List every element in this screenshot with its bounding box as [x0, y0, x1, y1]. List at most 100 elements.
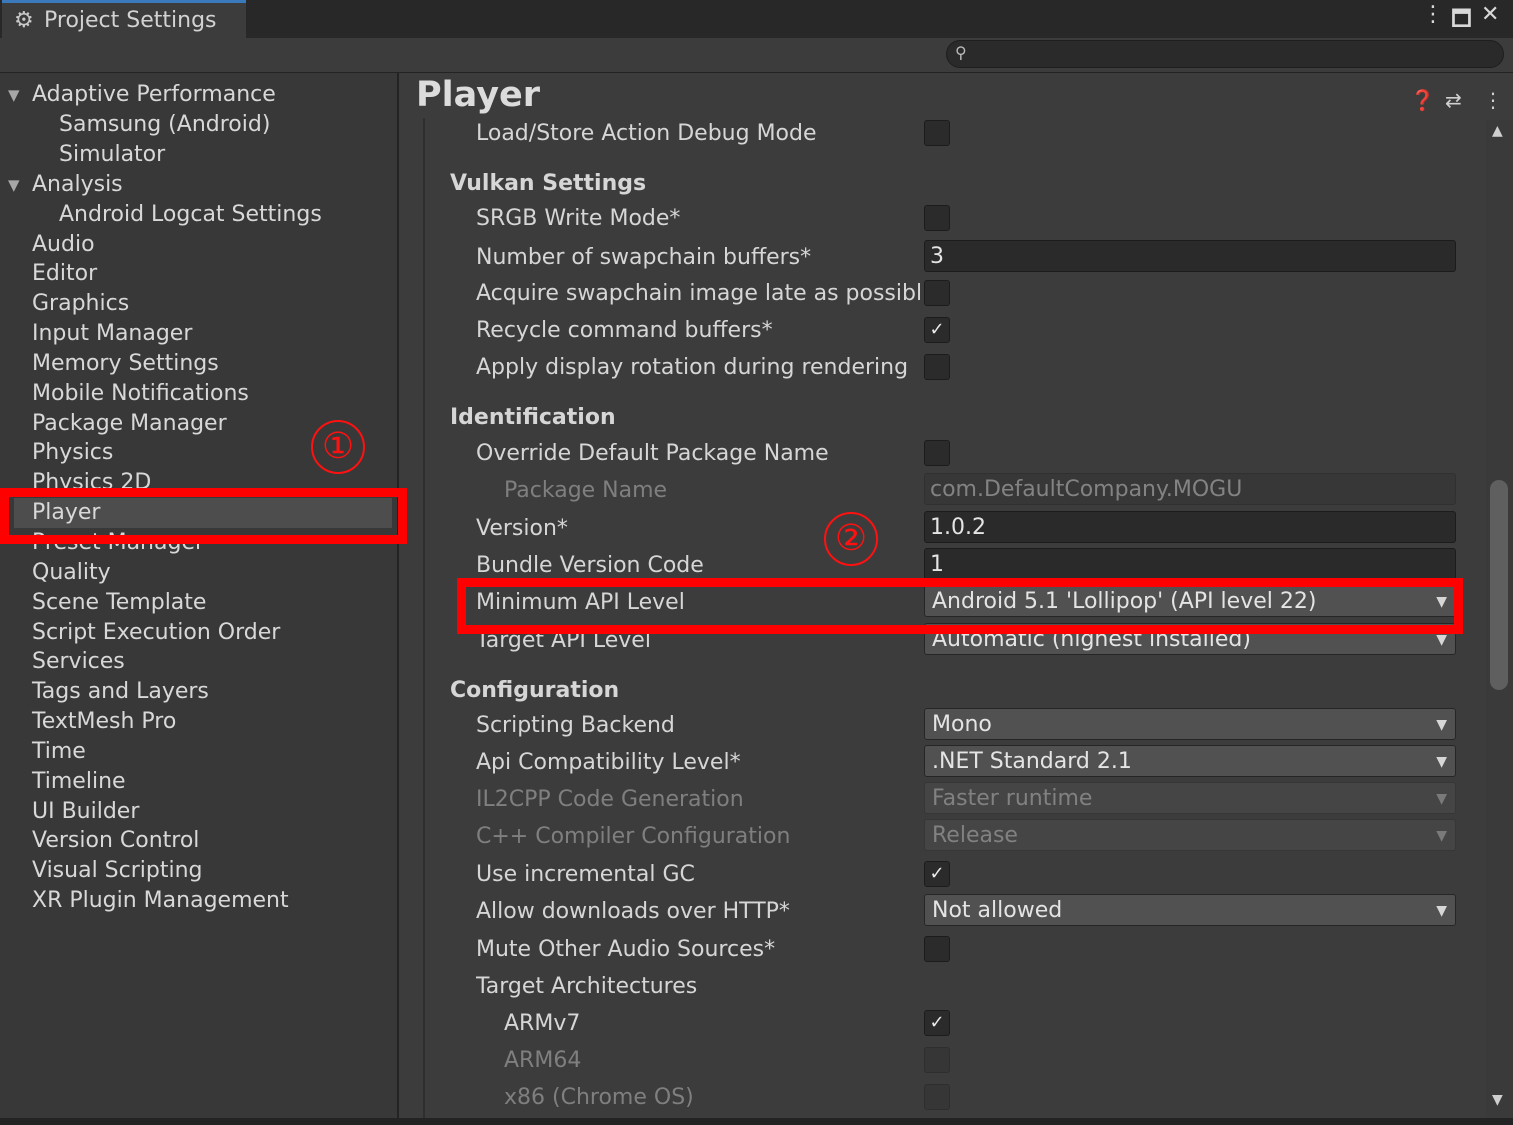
- more-menu-icon[interactable]: ⋮: [1422, 2, 1444, 27]
- sidebar-item-xr-plugin-management[interactable]: XR Plugin Management: [32, 886, 289, 916]
- setting-label: Apply display rotation during rendering: [476, 355, 909, 380]
- setting-label: ARM64: [504, 1048, 582, 1073]
- setting-label: Use incremental GC: [476, 862, 695, 887]
- setting-label: Version*: [476, 516, 568, 541]
- cpp-compiler-configuration-dropdown: Release ▼: [924, 819, 1456, 851]
- sidebar-item-simulator[interactable]: Simulator: [59, 140, 165, 170]
- setting-allow-downloads-over-http: Allow downloads over HTTP* Not allowed ▼: [425, 894, 1471, 930]
- dropdown-value: .NET Standard 2.1: [932, 749, 1132, 774]
- section-header-vulkan-settings: Vulkan Settings: [450, 171, 647, 196]
- swapchain-buffers-field[interactable]: 3: [924, 240, 1456, 272]
- sidebar-item-graphics[interactable]: Graphics: [32, 289, 129, 319]
- help-icon[interactable]: ❓: [1410, 88, 1435, 112]
- chevron-down-icon: ▼: [1436, 828, 1447, 844]
- sidebar-item-memory-settings[interactable]: Memory Settings: [32, 349, 219, 379]
- setting-mute-other-audio-sources: Mute Other Audio Sources*: [425, 932, 1471, 968]
- section-header-configuration: Configuration: [450, 678, 620, 703]
- setting-label: Api Compatibility Level*: [476, 750, 741, 775]
- sidebar-item-timeline[interactable]: Timeline: [32, 767, 126, 797]
- scroll-up-arrow-icon[interactable]: ▲: [1492, 123, 1503, 139]
- sidebar-item-tags-and-layers[interactable]: Tags and Layers: [32, 677, 209, 707]
- setting-override-default-package-name: Override Default Package Name: [425, 436, 1471, 472]
- sidebar-item-package-manager[interactable]: Package Manager: [32, 409, 227, 439]
- setting-x86-chrome-os: x86 (Chrome OS): [425, 1080, 1471, 1116]
- sidebar-item-android-logcat-settings[interactable]: Android Logcat Settings: [59, 200, 322, 230]
- package-name-field: com.DefaultCompany.MOGU: [924, 473, 1456, 505]
- setting-apply-display-rotation: Apply display rotation during rendering: [425, 350, 1471, 386]
- setting-label: Override Default Package Name: [476, 441, 829, 466]
- checkbox-checked[interactable]: ✓: [924, 317, 950, 343]
- window-bottom-border: [0, 1118, 1513, 1125]
- checkbox-checked[interactable]: ✓: [924, 861, 950, 887]
- sidebar-item-samsung-android[interactable]: Samsung (Android): [59, 110, 270, 140]
- allow-downloads-http-dropdown[interactable]: Not allowed ▼: [924, 894, 1456, 926]
- sidebar-item-ui-builder[interactable]: UI Builder: [32, 797, 139, 827]
- checkbox-checked[interactable]: ✓: [924, 1010, 950, 1036]
- sidebar-item-editor[interactable]: Editor: [32, 259, 97, 289]
- setting-label: Acquire swapchain image late as possible…: [476, 281, 920, 306]
- scrollbar-thumb[interactable]: [1490, 480, 1508, 690]
- close-icon[interactable]: ✕: [1481, 2, 1499, 27]
- setting-cpp-compiler-configuration: C++ Compiler Configuration Release ▼: [425, 819, 1471, 855]
- setting-target-architectures: Target Architectures: [425, 969, 1471, 1005]
- expand-arrow-icon[interactable]: ▼: [8, 80, 20, 110]
- setting-srgb-write-mode: SRGB Write Mode*: [425, 201, 1471, 237]
- sidebar-item-analysis[interactable]: ▼ Analysis: [8, 170, 123, 200]
- setting-use-incremental-gc: Use incremental GC ✓: [425, 857, 1471, 893]
- tab-title: Project Settings: [44, 8, 217, 33]
- checkbox[interactable]: [924, 440, 950, 466]
- sidebar-item-adaptive-performance[interactable]: ▼ Adaptive Performance: [8, 80, 276, 110]
- expand-arrow-icon[interactable]: ▼: [8, 170, 20, 200]
- maximize-icon[interactable]: 🗖: [1451, 2, 1472, 40]
- toolbar: ⚲: [0, 38, 1513, 73]
- checkbox[interactable]: [924, 205, 950, 231]
- sidebar-item-visual-scripting[interactable]: Visual Scripting: [32, 856, 203, 886]
- vertical-scrollbar[interactable]: ▲ ▼: [1486, 120, 1513, 1118]
- setting-number-of-swapchain-buffers: Number of swapchain buffers* 3: [425, 240, 1471, 276]
- il2cpp-code-generation-dropdown: Faster runtime ▼: [924, 782, 1456, 814]
- setting-label: C++ Compiler Configuration: [476, 824, 791, 849]
- api-compatibility-level-dropdown[interactable]: .NET Standard 2.1 ▼: [924, 745, 1456, 777]
- setting-version: Version* 1.0.2: [425, 511, 1471, 547]
- sidebar-item-services[interactable]: Services: [32, 647, 125, 677]
- search-icon: ⚲: [955, 43, 967, 62]
- sidebar-item-input-manager[interactable]: Input Manager: [32, 319, 192, 349]
- chevron-down-icon: ▼: [1436, 754, 1447, 770]
- setting-label: IL2CPP Code Generation: [476, 787, 744, 812]
- sidebar-item-script-execution-order[interactable]: Script Execution Order: [32, 618, 280, 648]
- sidebar-item-scene-template[interactable]: Scene Template: [32, 588, 206, 618]
- setting-label: x86 (Chrome OS): [504, 1085, 694, 1110]
- annotation-marker-1: ①: [311, 420, 365, 474]
- setting-acquire-swapchain-late: Acquire swapchain image late as possible…: [425, 276, 1471, 312]
- sidebar-item-quality[interactable]: Quality: [32, 558, 111, 588]
- scripting-backend-dropdown[interactable]: Mono ▼: [924, 708, 1456, 740]
- sidebar-item-textmesh-pro[interactable]: TextMesh Pro: [32, 707, 176, 737]
- dropdown-value: Not allowed: [932, 898, 1063, 923]
- scroll-down-arrow-icon[interactable]: ▼: [1492, 1092, 1503, 1108]
- sidebar-item-version-control[interactable]: Version Control: [32, 826, 199, 856]
- checkbox[interactable]: [924, 354, 950, 380]
- more-menu-icon[interactable]: ⋮: [1483, 88, 1503, 112]
- setting-scripting-backend: Scripting Backend Mono ▼: [425, 708, 1471, 744]
- sidebar-item-physics[interactable]: Physics: [32, 438, 113, 468]
- setting-armv7: ARMv7 ✓: [425, 1006, 1471, 1042]
- sidebar-item-audio[interactable]: Audio: [32, 230, 95, 260]
- tab-project-settings[interactable]: ⚙ Project Settings: [2, 0, 246, 38]
- checkbox[interactable]: [924, 936, 950, 962]
- setting-arm64: ARM64: [425, 1043, 1471, 1079]
- preset-icon[interactable]: ⇄: [1445, 88, 1462, 112]
- bundle-version-code-field[interactable]: 1: [924, 548, 1456, 580]
- settings-sidebar: ▼ Adaptive Performance Samsung (Android)…: [0, 73, 399, 1118]
- chevron-down-icon: ▼: [1436, 903, 1447, 919]
- checkbox[interactable]: [924, 280, 950, 306]
- gear-icon: ⚙: [14, 8, 34, 33]
- sidebar-item-mobile-notifications[interactable]: Mobile Notifications: [32, 379, 249, 409]
- checkbox[interactable]: [924, 120, 950, 146]
- sidebar-item-time[interactable]: Time: [32, 737, 86, 767]
- setting-package-name: Package Name com.DefaultCompany.MOGU: [425, 473, 1471, 509]
- annotation-box-minimum-api-level: [457, 578, 1463, 634]
- version-field[interactable]: 1.0.2: [924, 511, 1456, 543]
- annotation-box-player: [0, 488, 407, 544]
- search-input[interactable]: ⚲: [946, 40, 1504, 68]
- dropdown-value: Faster runtime: [932, 786, 1093, 811]
